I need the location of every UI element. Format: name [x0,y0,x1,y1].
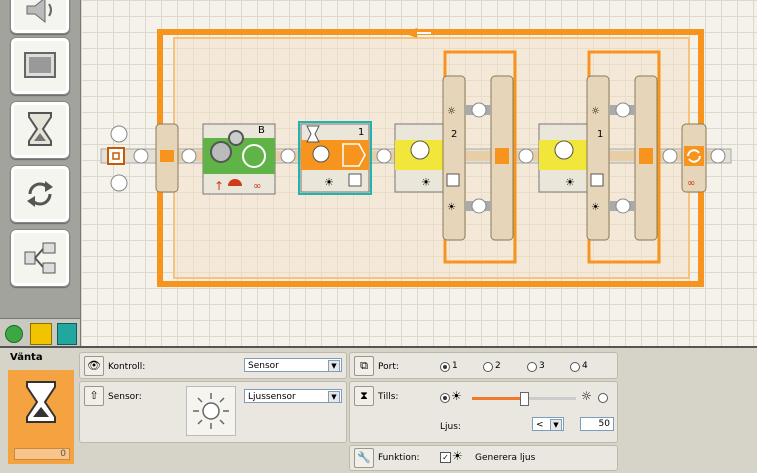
sensor-type-icon: ⇧ [84,386,104,406]
svg-text:☀: ☀ [565,176,575,189]
generate-light-checkbox[interactable]: ✓ [440,452,451,463]
svg-text:∞: ∞ [687,178,695,189]
loop-icon [27,181,53,207]
svg-text:☼: ☼ [447,106,456,117]
palette-switch-button[interactable] [10,229,70,287]
custom-palette-tab[interactable] [57,323,77,345]
port-radio-2[interactable] [483,362,493,372]
svg-text:☀: ☀ [421,176,431,189]
sensor-preview [186,386,236,436]
function-label: Funktion: [378,453,420,463]
light-label: Ljus: [440,422,461,432]
common-palette-tab[interactable] [5,325,23,343]
hourglass-icon [28,112,52,146]
svg-text:↑: ↑ [214,179,224,193]
svg-text:☀: ☀ [447,202,456,213]
chevron-down-icon: ▼ [328,391,340,403]
bright-icon: ☼ [581,389,592,403]
threshold-slider-thumb[interactable] [520,392,529,406]
wait-port-label: 1 [358,127,364,138]
light-sensor-icon [312,145,330,163]
control-value: Sensor [248,361,279,371]
chevron-down-icon: ▼ [328,360,340,372]
generate-light-label: Generera ljus [475,453,536,463]
lamp-icon: ☀ [452,449,463,463]
until-bright-radio[interactable] [598,393,608,403]
dark-icon: ☀ [451,389,462,403]
motor-port-label: B [258,125,265,136]
block-palette [0,0,81,346]
display-icon [24,52,56,78]
svg-text:☼: ☼ [591,106,600,117]
threshold-slider-fill [472,397,524,400]
operator-select[interactable]: < ▼ [532,417,564,431]
palette-tabs [0,318,80,347]
until-section [349,381,618,443]
sensor-label: Sensor: [108,392,142,402]
light-sensor-icon [554,140,574,160]
palette-loop-button[interactable] [10,165,70,223]
switch-icon [24,242,56,274]
block-icon-area: 0 [8,370,74,464]
port-option-1: 1 [452,361,458,371]
sensor-value: Ljussensor [248,392,296,402]
program-canvas[interactable]: ↑ ∞ B ☀ 1 ☀ ☼ ☀ 2 ☀ ☼ ☀ 1 ∞ [81,0,757,346]
control-label: Kontroll: [108,362,146,372]
threshold-slider-track[interactable] [472,392,576,406]
threshold-value-input[interactable] [580,417,614,431]
switch2-port-label: 1 [597,129,603,140]
until-label: Tills: [378,392,399,402]
complete-palette-tab[interactable] [30,323,52,345]
svg-text:☀: ☀ [324,176,334,189]
chevron-down-icon: ▼ [550,419,562,431]
sound-icon [26,0,52,24]
hourglass-icon [26,381,56,423]
operator-value: < [536,420,544,430]
program-diagram: ↑ ∞ B ☀ 1 ☀ ☼ ☀ 2 ☀ ☼ ☀ 1 ∞ [100,28,732,287]
palette-sound-button[interactable] [10,0,70,34]
loop-end-pillar: ∞ [681,123,707,193]
light-sensor-icon [410,140,430,160]
port-option-2: 2 [495,361,501,371]
control-select[interactable]: Sensor ▼ [244,358,342,372]
palette-display-button[interactable] [10,37,70,95]
hourglass-icon: ⧗ [354,386,374,406]
port-radio-3[interactable] [527,362,537,372]
port-radio-1[interactable] [440,362,450,372]
until-dark-radio[interactable] [440,393,450,403]
port-radio-4[interactable] [570,362,580,372]
port-icon: ⧉ [354,356,374,376]
light-sensor-block-1: ☀ [394,123,446,193]
palette-wait-button[interactable] [10,101,70,159]
switch1-port-label: 2 [451,129,457,140]
light-sensor-block-2: ☀ [538,123,590,193]
port-option-3: 3 [539,361,545,371]
svg-text:∞: ∞ [253,181,261,192]
port-option-4: 4 [582,361,588,371]
svg-text:☀: ☀ [591,202,600,213]
eye-icon: 👁 [84,356,104,376]
start-point-icon [107,147,125,165]
gear-icon [210,141,232,163]
block-title: Vänta [10,352,43,363]
block-count: 0 [14,448,70,460]
port-label: Port: [378,362,399,372]
light-sensor-icon [193,393,229,429]
sensor-select[interactable]: Ljussensor ▼ [244,389,342,403]
wrench-icon: 🔧 [354,448,374,468]
